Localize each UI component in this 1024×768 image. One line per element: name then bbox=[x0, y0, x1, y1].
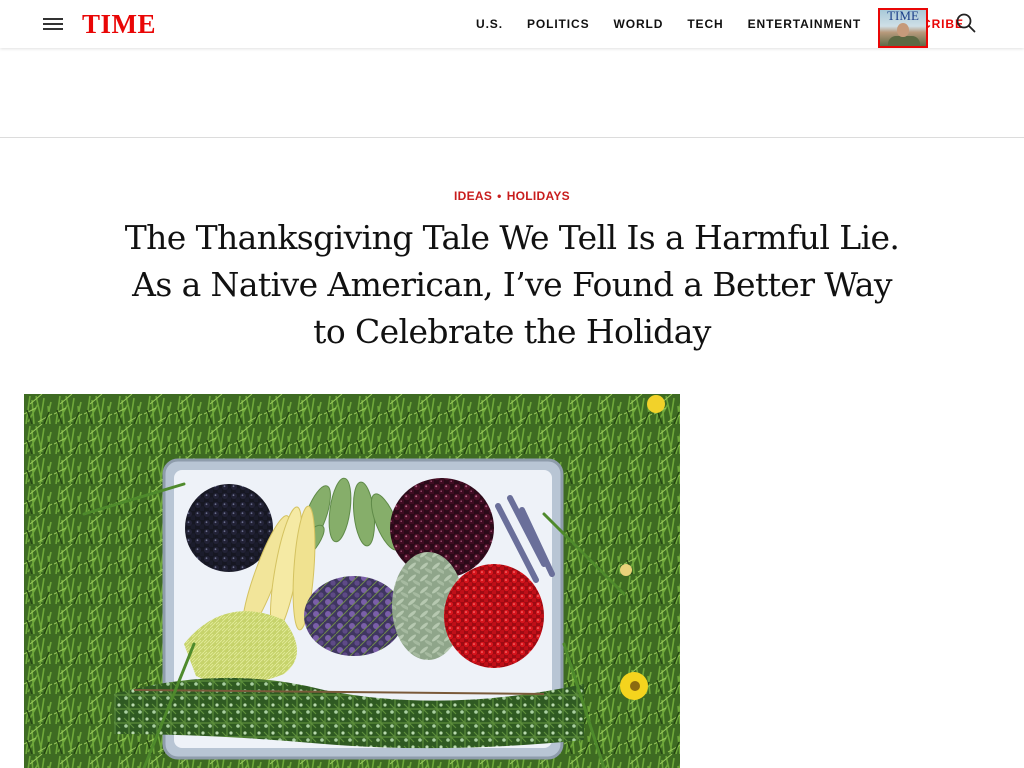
magazine-cover-thumbnail[interactable]: TIME bbox=[878, 8, 928, 48]
ad-slot bbox=[0, 48, 1024, 138]
nav-item-entertainment[interactable]: ENTERTAINMENT bbox=[740, 17, 861, 31]
cover-title: TIME bbox=[887, 8, 919, 23]
nav-item-us[interactable]: U.S. bbox=[468, 17, 503, 31]
article-categories: IDEAS • HOLIDAYS bbox=[0, 189, 1024, 203]
nav-item-world[interactable]: WORLD bbox=[606, 17, 664, 31]
headline-line-2: As a Native American, I’ve Found a Bette… bbox=[132, 265, 892, 304]
cover-figure-face bbox=[897, 23, 909, 37]
time-logo[interactable]: TIME bbox=[82, 9, 156, 39]
site-header: TIME U.S. POLITICS WORLD TECH ENTERTAINM… bbox=[0, 0, 1024, 48]
nav-item-politics[interactable]: POLITICS bbox=[519, 17, 590, 31]
category-link-holidays[interactable]: HOLIDAYS bbox=[507, 189, 570, 203]
nav-item-tech[interactable]: TECH bbox=[679, 17, 723, 31]
hamburger-menu-icon[interactable] bbox=[40, 14, 66, 34]
headline-line-3: to Celebrate the Holiday bbox=[313, 312, 711, 351]
search-icon[interactable] bbox=[955, 12, 977, 34]
article-headline: The Thanksgiving Tale We Tell Is a Harmf… bbox=[62, 214, 962, 355]
category-separator: • bbox=[497, 189, 502, 203]
category-link-ideas[interactable]: IDEAS bbox=[454, 189, 492, 203]
headline-line-1: The Thanksgiving Tale We Tell Is a Harmf… bbox=[124, 218, 900, 257]
hero-image[interactable] bbox=[24, 394, 680, 768]
cover-figure-body bbox=[888, 36, 920, 46]
